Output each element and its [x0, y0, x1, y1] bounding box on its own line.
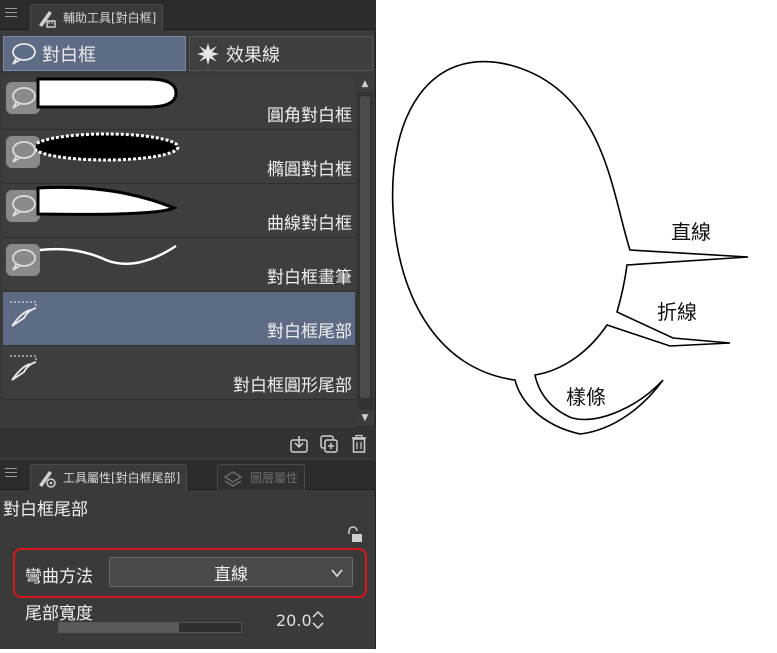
- straight-label: 直線: [671, 220, 711, 244]
- list-item-label: 曲線對白框: [267, 214, 352, 234]
- group-balloon-label: 對白框: [42, 44, 96, 66]
- list-item-label: 橢圓對白框: [267, 160, 352, 180]
- group-effect-lines[interactable]: 效果線: [189, 36, 373, 71]
- list-item-label: 對白框圓形尾部: [233, 376, 352, 396]
- tab-layer-property[interactable]: 圖層屬性: [217, 464, 306, 490]
- panel-menu-icon[interactable]: [5, 4, 17, 20]
- tab-tool-property-label: 工具屬性[對白框尾部]: [63, 471, 181, 485]
- speech-balloon-icon: [6, 82, 40, 114]
- list-item[interactable]: 橢圓對白框: [3, 130, 355, 184]
- wrench-gear-icon: [39, 470, 56, 488]
- duplicate-icon[interactable]: [319, 434, 339, 454]
- list-item[interactable]: 對白框畫筆: [3, 238, 355, 292]
- tab-subtool-label: 輔助工具[對白框]: [63, 11, 157, 25]
- pen-ruler-icon: [39, 10, 56, 28]
- tail-width-slider-fill: [59, 623, 180, 632]
- tool-property-tabbar: 工具屬性[對白框尾部] 圖層屬性: [0, 460, 376, 490]
- round-balloon-preview: [36, 77, 178, 109]
- list-item[interactable]: 對白框尾部: [3, 292, 355, 346]
- speech-balloon-icon: [12, 42, 36, 65]
- chevron-down-icon: [331, 569, 343, 578]
- balloon-tail-icon: [10, 355, 37, 381]
- tail-width-slider[interactable]: [58, 622, 242, 633]
- speech-balloon-icon: [6, 136, 40, 168]
- spline-label: 樣條: [566, 385, 606, 409]
- import-icon[interactable]: [289, 434, 309, 454]
- group-effect-lines-label: 效果線: [226, 44, 280, 66]
- curve-balloon-preview: [36, 185, 178, 216]
- tail-width-label: 尾部寬度: [25, 604, 93, 624]
- list-item[interactable]: 對白框圓形尾部: [3, 346, 355, 400]
- balloon-diagram: [391, 60, 749, 435]
- unlock-icon[interactable]: [345, 526, 363, 544]
- tail-width-value[interactable]: 20.0: [276, 611, 312, 630]
- tool-panel: 輔助工具[對白框] 對白框 效果線 圓角對白框 橢圓對白框 曲線對白框 對白框畫…: [0, 0, 376, 649]
- ellipse-balloon-preview: [36, 132, 180, 162]
- tab-tool-property[interactable]: 工具屬性[對白框尾部]: [30, 464, 188, 490]
- tool-property-title: 對白框尾部: [3, 500, 88, 520]
- curve-method-select[interactable]: 直線: [109, 557, 353, 587]
- burst-icon: [197, 42, 219, 65]
- scroll-thumb[interactable]: [360, 96, 370, 398]
- list-item-label: 對白框畫筆: [267, 268, 352, 288]
- subtool-tabbar: 輔助工具[對白框]: [0, 0, 376, 30]
- polyline-label: 折線: [657, 300, 697, 324]
- speech-balloon-icon: [6, 190, 40, 222]
- list-item[interactable]: 曲線對白框: [3, 184, 355, 238]
- tail-style-diagram: 直線 折線 樣條: [376, 0, 777, 649]
- speech-balloon-icon: [6, 244, 40, 276]
- list-scrollbar[interactable]: ▲ ▼: [357, 76, 373, 428]
- tab-subtool[interactable]: 輔助工具[對白框]: [30, 4, 164, 30]
- layer-property-icon: [223, 470, 243, 487]
- spinner-icon[interactable]: [311, 609, 325, 631]
- list-item-label: 對白框尾部: [267, 322, 352, 342]
- curve-method-label: 彎曲方法: [25, 567, 93, 587]
- subtool-list: 圓角對白框 橢圓對白框 曲線對白框 對白框畫筆 對白框尾部 對白框圓形尾部: [3, 76, 355, 400]
- balloon-tail-icon: [10, 301, 37, 327]
- subtool-actions: [0, 428, 376, 458]
- group-balloon[interactable]: 對白框: [3, 36, 186, 71]
- scroll-up-icon[interactable]: ▲: [357, 76, 373, 92]
- curve-method-value: 直線: [214, 564, 248, 585]
- list-item[interactable]: 圓角對白框: [3, 76, 355, 130]
- scroll-down-icon[interactable]: ▼: [357, 410, 373, 426]
- panel-menu-icon[interactable]: [5, 464, 17, 480]
- balloon-pen-preview: [39, 244, 177, 266]
- trash-icon[interactable]: [349, 434, 369, 454]
- tab-layer-property-label: 圖層屬性: [250, 471, 299, 485]
- list-item-label: 圓角對白框: [267, 106, 352, 126]
